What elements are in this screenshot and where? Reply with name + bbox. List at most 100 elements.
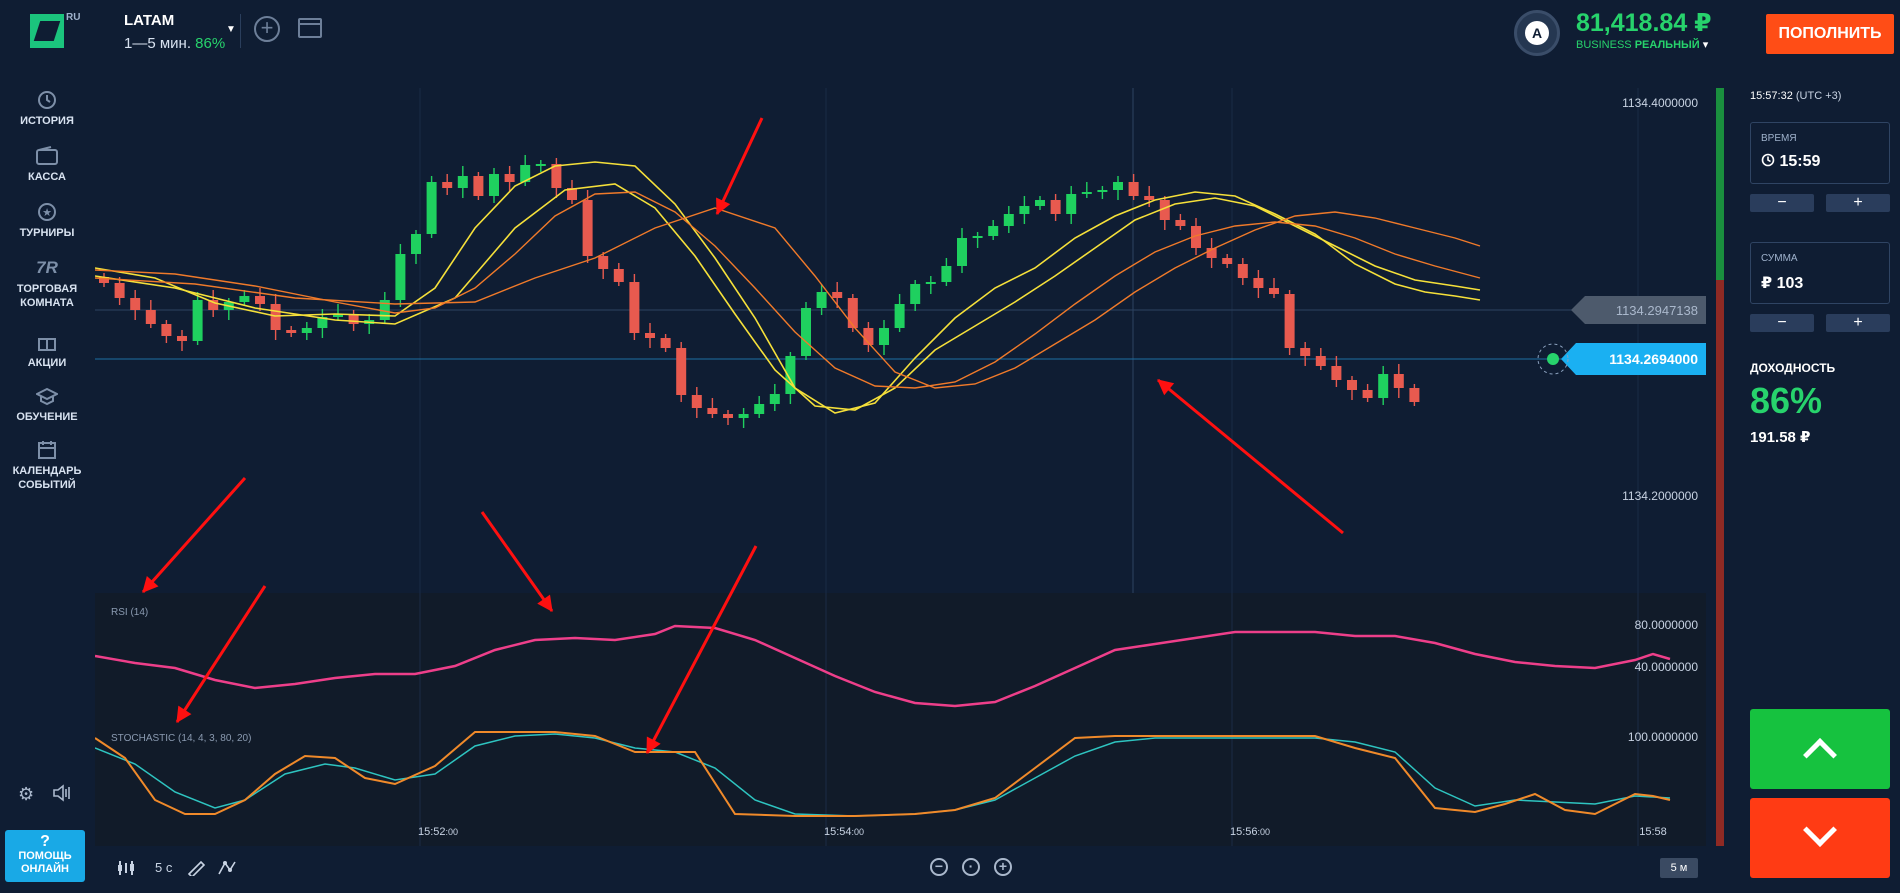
add-asset-icon[interactable]: + — [254, 16, 280, 42]
candle-body — [598, 256, 609, 269]
candle-body — [1144, 196, 1155, 200]
candle-body — [707, 408, 718, 414]
zoom-out-icon[interactable]: − — [930, 858, 948, 876]
candle-body — [504, 174, 515, 182]
logo[interactable] — [30, 14, 64, 48]
interval-selector[interactable]: 5 м — [1660, 858, 1698, 878]
candle-body — [582, 200, 593, 256]
sidebar-item-label: КАССА — [28, 171, 66, 183]
candle-body — [1393, 374, 1404, 388]
candle-body — [255, 296, 265, 304]
time-field-label: ВРЕМЯ — [1761, 133, 1797, 144]
candle-body — [1066, 194, 1077, 214]
price-chart[interactable]: 1134.4000000 1134.2000000 1134.2947138 1… — [94, 88, 1727, 846]
sidebar-item-history[interactable]: ИСТОРИЯ — [0, 90, 94, 128]
fit-view-icon[interactable]: · — [962, 858, 980, 876]
sidebar-item-trading-room[interactable]: 7R ТОРГОВАЯ КОМНАТА — [0, 258, 94, 310]
candle-body — [988, 226, 999, 236]
time-label: 15:54:00 — [824, 826, 864, 838]
price-label: 1134.2000000 — [1622, 489, 1698, 503]
candle-body — [832, 292, 843, 298]
current-price-dot — [1547, 353, 1559, 365]
sidebar-item-promotions[interactable]: АКЦИИ — [0, 332, 94, 370]
candle-body — [286, 330, 297, 333]
candle-body — [1253, 278, 1264, 288]
asset-info: 1—5 мин. 86% — [124, 35, 225, 52]
time-decrease-button[interactable]: − — [1750, 194, 1814, 212]
candle-body — [457, 176, 468, 188]
sidebar-item-label: ТУРНИРЫ — [19, 227, 75, 239]
amount-decrease-button[interactable]: − — [1750, 314, 1814, 332]
candle-body — [1331, 366, 1342, 380]
call-up-button[interactable] — [1750, 709, 1890, 789]
time-field[interactable]: ВРЕМЯ 15:59 — [1750, 122, 1890, 184]
period-selector[interactable]: 5 с — [155, 860, 172, 875]
time-increase-button[interactable]: + — [1826, 194, 1890, 212]
candle-body — [1003, 214, 1014, 226]
zoom-in-icon[interactable]: + — [994, 858, 1012, 876]
account-balance[interactable]: 81,418.84 ₽ — [1576, 8, 1712, 38]
sidebar-item-label-line2: СОБЫТИЙ — [18, 479, 76, 491]
help-online-button[interactable]: ? ПОМОЩЬ ОНЛАЙН — [5, 830, 85, 882]
candle-body — [535, 164, 546, 166]
candle-body — [114, 283, 125, 298]
candle-body — [1128, 182, 1139, 196]
candle-body — [1315, 356, 1326, 366]
put-down-button[interactable] — [1750, 798, 1890, 878]
sidebar-item-events-calendar[interactable]: КАЛЕНДАРЬ СОБЫТИЙ — [0, 440, 94, 492]
candle-body — [395, 254, 406, 300]
svg-text:★: ★ — [42, 207, 52, 219]
sidebar-item-label: АКЦИИ — [27, 357, 67, 369]
server-clock: 15:57:32 (UTC +3) — [1750, 90, 1841, 102]
sidebar-item-label: КАЛЕНДАРЬ — [12, 465, 82, 477]
candlestick-type-icon[interactable] — [117, 860, 135, 879]
candle-body — [629, 282, 640, 333]
candle-body — [473, 176, 484, 196]
star-icon: ★ — [0, 202, 94, 222]
candle-body — [1284, 294, 1295, 348]
gear-icon[interactable]: ⚙ — [18, 784, 34, 805]
candle-body — [972, 236, 983, 238]
ruler-icon[interactable] — [187, 860, 206, 879]
candle-body — [1175, 220, 1186, 226]
amount-field-value[interactable]: ₽ 103 — [1761, 273, 1803, 293]
candle-body — [941, 266, 952, 282]
candle-body — [1035, 200, 1045, 206]
avatar[interactable]: A — [1514, 10, 1560, 56]
candle-body — [239, 296, 250, 302]
account-type-selector[interactable]: BUSINESS РЕАЛЬНЫЙ ▾ — [1576, 38, 1708, 51]
arrow-up-icon — [1803, 738, 1837, 772]
sidebar-item-tournaments[interactable]: ★ ТУРНИРЫ — [0, 202, 94, 240]
current-price: 1134.2694000 — [1609, 351, 1698, 367]
time-label: 15:52:00 — [418, 826, 458, 838]
amount-increase-button[interactable]: + — [1826, 314, 1890, 332]
crosshair-price-tag: 1134.2947138 — [1571, 296, 1706, 324]
arrow-down-icon — [1803, 813, 1837, 847]
candle-body — [1081, 192, 1092, 194]
sidebar-item-education[interactable]: ОБУЧЕНИЕ — [0, 386, 94, 424]
account-type: РЕАЛЬНЫЙ — [1634, 39, 1700, 51]
chart-layout-icon[interactable] — [298, 18, 322, 38]
drawing-tools-icon[interactable] — [217, 860, 237, 879]
chevron-down-icon[interactable]: ▼ — [226, 24, 236, 35]
stochastic-label: STOCHASTIC (14, 4, 3, 80, 20) — [111, 733, 251, 744]
time-label: 15:56:00 — [1230, 826, 1270, 838]
chart-toolbar: 5 с − · + 5 м — [95, 846, 1727, 890]
candle-body — [192, 300, 203, 341]
7r-icon: 7R — [36, 258, 58, 277]
sound-icon[interactable] — [52, 784, 72, 807]
candle-body — [691, 395, 702, 408]
chart-canvas[interactable]: 1134.4000000 1134.2000000 1134.2947138 1… — [94, 88, 1727, 846]
amount-field[interactable]: СУММА ₽ 103 — [1750, 242, 1890, 304]
sidebar-item-label: ТОРГОВАЯ — [16, 283, 78, 295]
candle-body — [1347, 380, 1357, 390]
deposit-button[interactable]: ПОПОЛНИТЬ — [1766, 14, 1894, 54]
history-icon — [0, 90, 94, 110]
asset-selector[interactable]: LATAM 1—5 мин. 86% — [124, 12, 225, 52]
sidebar-item-cashier[interactable]: КАССА — [0, 146, 94, 184]
avatar-letter: A — [1525, 21, 1549, 45]
chevron-down-icon: ▾ — [1702, 39, 1709, 51]
account-tier: BUSINESS — [1576, 39, 1632, 51]
clock-time: 15:57:32 — [1750, 90, 1793, 102]
candle-body — [1019, 206, 1030, 214]
